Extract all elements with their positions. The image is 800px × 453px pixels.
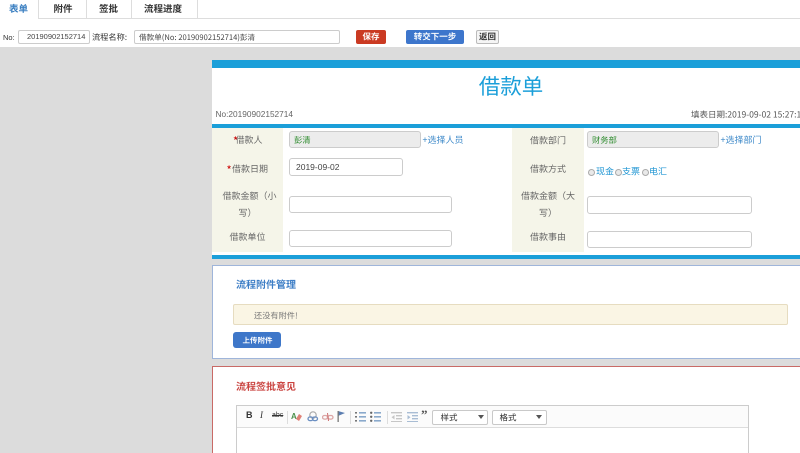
svg-text:A: A xyxy=(291,412,297,421)
